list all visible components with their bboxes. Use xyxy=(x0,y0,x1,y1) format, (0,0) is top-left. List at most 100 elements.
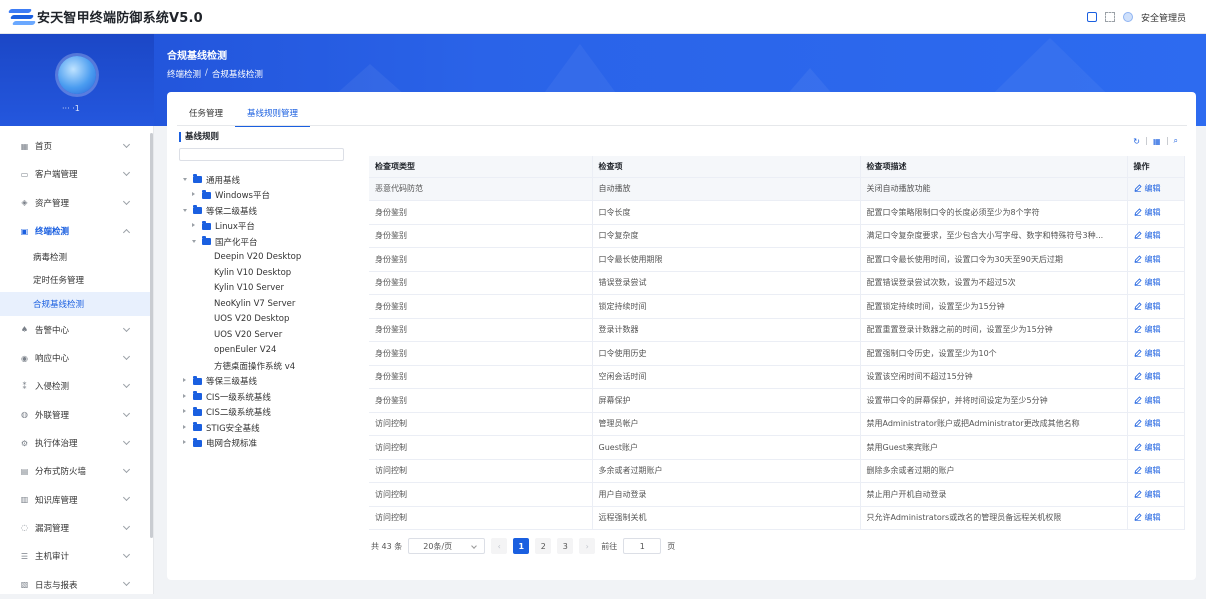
sidebar-item-vulnerabilities[interactable]: ◌ 漏洞管理 xyxy=(0,514,153,542)
tree-node[interactable]: CIS一级系统基线 xyxy=(179,389,354,405)
refresh-icon[interactable]: ↻ xyxy=(1133,137,1140,146)
table-row[interactable]: 身份鉴别 登录计数器 配置重置登录计数器之前的时间，设置至少为15分钟 编辑 xyxy=(369,318,1185,342)
sidebar-item-outbound[interactable]: ◍ 外联管理 xyxy=(0,401,153,429)
tree-node[interactable]: 方德桌面操作系统 v4 xyxy=(179,358,354,374)
user-name[interactable]: 安全管理员 xyxy=(1141,11,1186,24)
sidebar-item-host-audit[interactable]: ☰ 主机审计 xyxy=(0,542,153,570)
caret-right-icon[interactable] xyxy=(192,223,198,229)
prev-page-button[interactable]: ‹ xyxy=(491,538,508,554)
table-row[interactable]: 恶意代码防范 自动播放 关闭自动播放功能 编辑 xyxy=(369,177,1185,201)
tree-node[interactable]: 等保二级基线 xyxy=(179,203,354,219)
sidebar-item-label: 告警中心 xyxy=(35,325,70,336)
tree-node[interactable]: 通用基线 xyxy=(179,172,354,188)
edit-button[interactable]: 编辑 xyxy=(1127,200,1185,225)
tree-node[interactable]: Linux平台 xyxy=(179,219,354,235)
tree-node[interactable]: NeoKylin V7 Server xyxy=(179,296,354,312)
table-row[interactable]: 访问控制 多余或者过期账户 删除多余或者过期的账户 编辑 xyxy=(369,459,1185,483)
tree-node[interactable]: CIS二级系统基线 xyxy=(179,405,354,421)
tree-node[interactable]: Kylin V10 Server xyxy=(179,281,354,297)
caret-down-icon[interactable] xyxy=(183,208,189,214)
sidebar-item-alerts[interactable]: ♠ 告警中心 xyxy=(0,316,153,344)
table-row[interactable]: 身份鉴别 口令使用历史 配置强制口令历史，设置至少为10个 编辑 xyxy=(369,341,1185,366)
edit-button[interactable]: 编辑 xyxy=(1127,435,1185,460)
sidebar-item-intrusion[interactable]: ⁑ 入侵检测 xyxy=(0,372,153,400)
caret-right-icon[interactable] xyxy=(183,409,189,415)
table-row[interactable]: 身份鉴别 口令复杂度 满足口令复杂度要求，至少包含大小写字母、数字和特殊符号3种..… xyxy=(369,224,1185,248)
page-button[interactable]: 3 xyxy=(557,538,574,554)
sidebar-item-assets[interactable]: ◈ 资产管理 xyxy=(0,189,153,217)
columns-icon[interactable]: ▦ xyxy=(1153,137,1161,146)
page-size-select[interactable]: 20条/页 xyxy=(408,538,486,554)
caret-right-icon[interactable] xyxy=(192,192,198,198)
tree-node[interactable]: 电网合规标准 xyxy=(179,436,354,452)
sidebar-item-home[interactable]: ▦ 首页 xyxy=(0,132,153,160)
chevron-down-icon xyxy=(122,494,131,502)
avatar[interactable] xyxy=(58,56,96,94)
edit-button[interactable]: 编辑 xyxy=(1127,177,1185,201)
edit-button[interactable]: 编辑 xyxy=(1127,341,1185,366)
tab-baseline-rules[interactable]: 基线规则管理 xyxy=(235,106,311,127)
edit-button[interactable]: 编辑 xyxy=(1127,294,1185,319)
edit-button[interactable]: 编辑 xyxy=(1127,482,1185,507)
caret-down-icon[interactable] xyxy=(192,239,198,245)
caret-right-icon[interactable] xyxy=(183,440,189,446)
table-row[interactable]: 访问控制 远程强制关机 只允许Administrators或改名的管理员备远程关机权… xyxy=(369,506,1185,530)
table-row[interactable]: 身份鉴别 口令最长使用期限 配置口令最长使用时间，设置口令为30天至90天后过期 编辑 xyxy=(369,247,1185,272)
edit-button[interactable]: 编辑 xyxy=(1127,318,1185,342)
caret-right-icon[interactable] xyxy=(183,378,189,384)
sidebar-subitem-scheduled-tasks[interactable]: 定时任务管理 xyxy=(0,269,153,293)
user-avatar-icon[interactable] xyxy=(1122,12,1133,22)
page-button[interactable]: 2 xyxy=(535,538,552,554)
sidebar-item-knowledge[interactable]: ▥ 知识库管理 xyxy=(0,485,153,513)
tree-node[interactable]: UOS V20 Server xyxy=(179,327,354,343)
sidebar-subitem-baseline[interactable]: 合规基线检测 xyxy=(0,292,153,316)
table-row[interactable]: 身份鉴别 锁定持续时间 配置锁定持续时间，设置至少为15分钟 编辑 xyxy=(369,294,1185,319)
sidebar-item-terminal-detection[interactable]: ▣ 终端检测 xyxy=(0,217,153,245)
tree-node[interactable]: Kylin V10 Desktop xyxy=(179,265,354,281)
tab-task-management[interactable]: 任务管理 xyxy=(177,106,235,124)
edit-button[interactable]: 编辑 xyxy=(1127,224,1185,248)
sidebar-item-logs[interactable]: ▧ 日志与报表 xyxy=(0,570,153,598)
breadcrumb-parent[interactable]: 终端检测 xyxy=(167,68,201,80)
edit-button[interactable]: 编辑 xyxy=(1127,271,1185,295)
tree-node[interactable]: Windows平台 xyxy=(179,188,354,204)
sidebar-scrollbar[interactable] xyxy=(150,133,153,538)
sidebar-item-executables[interactable]: ⚙ 执行体治理 xyxy=(0,429,153,457)
edit-button[interactable]: 编辑 xyxy=(1127,506,1185,530)
edit-button[interactable]: 编辑 xyxy=(1127,247,1185,272)
sidebar-item-response[interactable]: ◉ 响应中心 xyxy=(0,344,153,372)
search-icon[interactable]: ⌕ xyxy=(1174,136,1178,146)
table-row[interactable]: 身份鉴别 错误登录尝试 配置错误登录尝试次数，设置为不超过5次 编辑 xyxy=(369,271,1185,295)
screen-icon[interactable] xyxy=(1086,12,1097,22)
page-button[interactable]: 1 xyxy=(513,538,530,554)
table-row[interactable]: 访问控制 管理员帐户 禁用Administrator账户或把Administrato… xyxy=(369,412,1185,436)
table-row[interactable]: 身份鉴别 空闲会话时间 设置该空闲时间不超过15分钟 编辑 xyxy=(369,365,1185,389)
tree-search-input[interactable] xyxy=(179,148,344,161)
table-cell: 锁定持续时间 xyxy=(592,294,861,319)
tree-node[interactable]: STIG安全基线 xyxy=(179,420,354,436)
caret-down-icon[interactable] xyxy=(183,177,189,183)
caret-right-icon[interactable] xyxy=(183,424,189,431)
table-row[interactable]: 身份鉴别 口令长度 配置口令策略限制口令的长度必须至少为8个字符 编辑 xyxy=(369,200,1185,225)
table-row[interactable]: 访问控制 用户自动登录 禁止用户开机自动登录 编辑 xyxy=(369,482,1185,507)
edit-button[interactable]: 编辑 xyxy=(1127,459,1185,483)
goto-page-input[interactable]: 1 xyxy=(623,538,662,554)
tree-node[interactable]: Deepin V20 Desktop xyxy=(179,250,354,266)
fullscreen-icon[interactable] xyxy=(1104,12,1115,22)
sidebar-item-clients[interactable]: ▭ 客户端管理 xyxy=(0,160,153,188)
sidebar-item-firewall[interactable]: ▤ 分布式防火墙 xyxy=(0,457,153,485)
edit-button[interactable]: 编辑 xyxy=(1127,365,1185,389)
table-row[interactable]: 身份鉴别 屏幕保护 设置带口令的屏幕保护，并将时间设定为至少5分钟 编辑 xyxy=(369,388,1185,413)
caret-right-icon[interactable] xyxy=(183,393,189,400)
folder-icon xyxy=(193,422,202,432)
tree-node[interactable]: 国产化平台 xyxy=(179,234,354,250)
table-cell: 配置口令最长使用时间，设置口令为30天至90天后过期 xyxy=(860,247,1128,272)
next-page-button[interactable]: › xyxy=(579,538,596,554)
sidebar-subitem-virus[interactable]: 病毒检测 xyxy=(0,245,153,269)
tree-node[interactable]: 等保三级基线 xyxy=(179,374,354,390)
table-row[interactable]: 访问控制 Guest账户 禁用Guest来宾账户 编辑 xyxy=(369,435,1185,460)
tree-node[interactable]: UOS V20 Desktop xyxy=(179,312,354,328)
edit-button[interactable]: 编辑 xyxy=(1127,388,1185,413)
edit-button[interactable]: 编辑 xyxy=(1127,412,1185,436)
tree-node[interactable]: openEuler V24 xyxy=(179,343,354,359)
